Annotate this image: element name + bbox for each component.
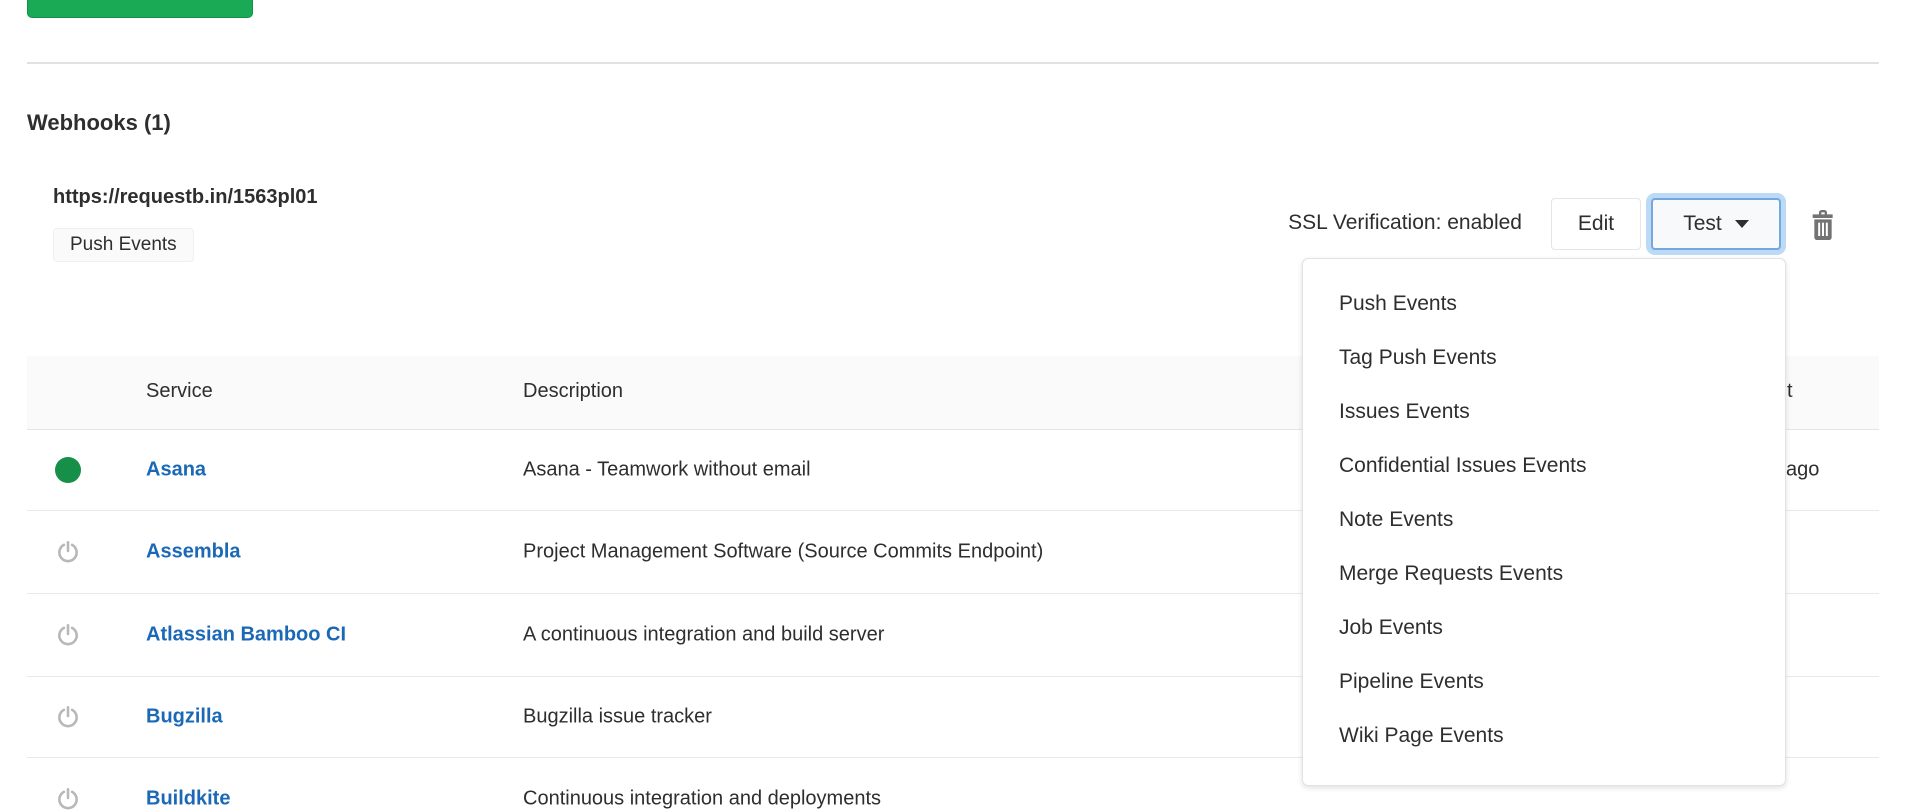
service-link-buildkite[interactable]: Buildkite — [146, 788, 230, 810]
dropdown-item-push-events[interactable]: Push Events — [1303, 277, 1785, 331]
column-header-description: Description — [523, 380, 623, 403]
ssl-verification-status: SSL Verification: enabled — [1190, 211, 1522, 235]
add-webhook-button[interactable] — [27, 0, 253, 18]
section-divider — [27, 62, 1879, 64]
power-icon — [55, 539, 81, 565]
service-link-assembla[interactable]: Assembla — [146, 541, 241, 563]
column-header-last-edit-fragment: t — [1787, 380, 1793, 403]
test-webhook-dropdown-button[interactable]: Test — [1651, 198, 1781, 250]
column-header-service: Service — [146, 380, 213, 403]
webhook-url: https://requestb.in/1563pl01 — [53, 186, 318, 209]
test-events-dropdown-menu: Push Events Tag Push Events Issues Event… — [1302, 258, 1786, 786]
dropdown-item-wiki-page-events[interactable]: Wiki Page Events — [1303, 709, 1785, 763]
service-link-bugzilla[interactable]: Bugzilla — [146, 706, 223, 728]
last-edit-cell-fragment: ago — [1786, 459, 1819, 482]
service-description: Project Management Software (Source Comm… — [523, 541, 1043, 564]
delete-webhook-button[interactable] — [1804, 206, 1842, 244]
dropdown-item-merge-requests-events[interactable]: Merge Requests Events — [1303, 547, 1785, 601]
status-active-icon — [55, 457, 81, 483]
dropdown-item-pipeline-events[interactable]: Pipeline Events — [1303, 655, 1785, 709]
service-description: Asana - Teamwork without email — [523, 459, 811, 482]
trash-icon — [1809, 210, 1837, 240]
webhooks-section-title: Webhooks (1) — [27, 110, 171, 136]
power-icon — [55, 622, 81, 648]
dropdown-item-note-events[interactable]: Note Events — [1303, 493, 1785, 547]
edit-webhook-button[interactable]: Edit — [1551, 198, 1641, 250]
dropdown-item-job-events[interactable]: Job Events — [1303, 601, 1785, 655]
dropdown-item-issues-events[interactable]: Issues Events — [1303, 385, 1785, 439]
service-description: Bugzilla issue tracker — [523, 706, 712, 729]
chevron-down-icon — [1735, 220, 1749, 228]
webhook-events-badge: Push Events — [53, 228, 194, 262]
power-icon — [55, 786, 81, 812]
service-description: Continuous integration and deployments — [523, 788, 881, 811]
service-link-asana[interactable]: Asana — [146, 459, 206, 481]
service-link-atlassian-bamboo-ci[interactable]: Atlassian Bamboo CI — [146, 624, 346, 646]
test-button-label: Test — [1683, 212, 1722, 236]
dropdown-item-confidential-issues-events[interactable]: Confidential Issues Events — [1303, 439, 1785, 493]
service-description: A continuous integration and build serve… — [523, 624, 884, 647]
power-icon — [55, 704, 81, 730]
dropdown-item-tag-push-events[interactable]: Tag Push Events — [1303, 331, 1785, 385]
webhooks-settings-page: Webhooks (1) https://requestb.in/1563pl0… — [0, 0, 1906, 812]
